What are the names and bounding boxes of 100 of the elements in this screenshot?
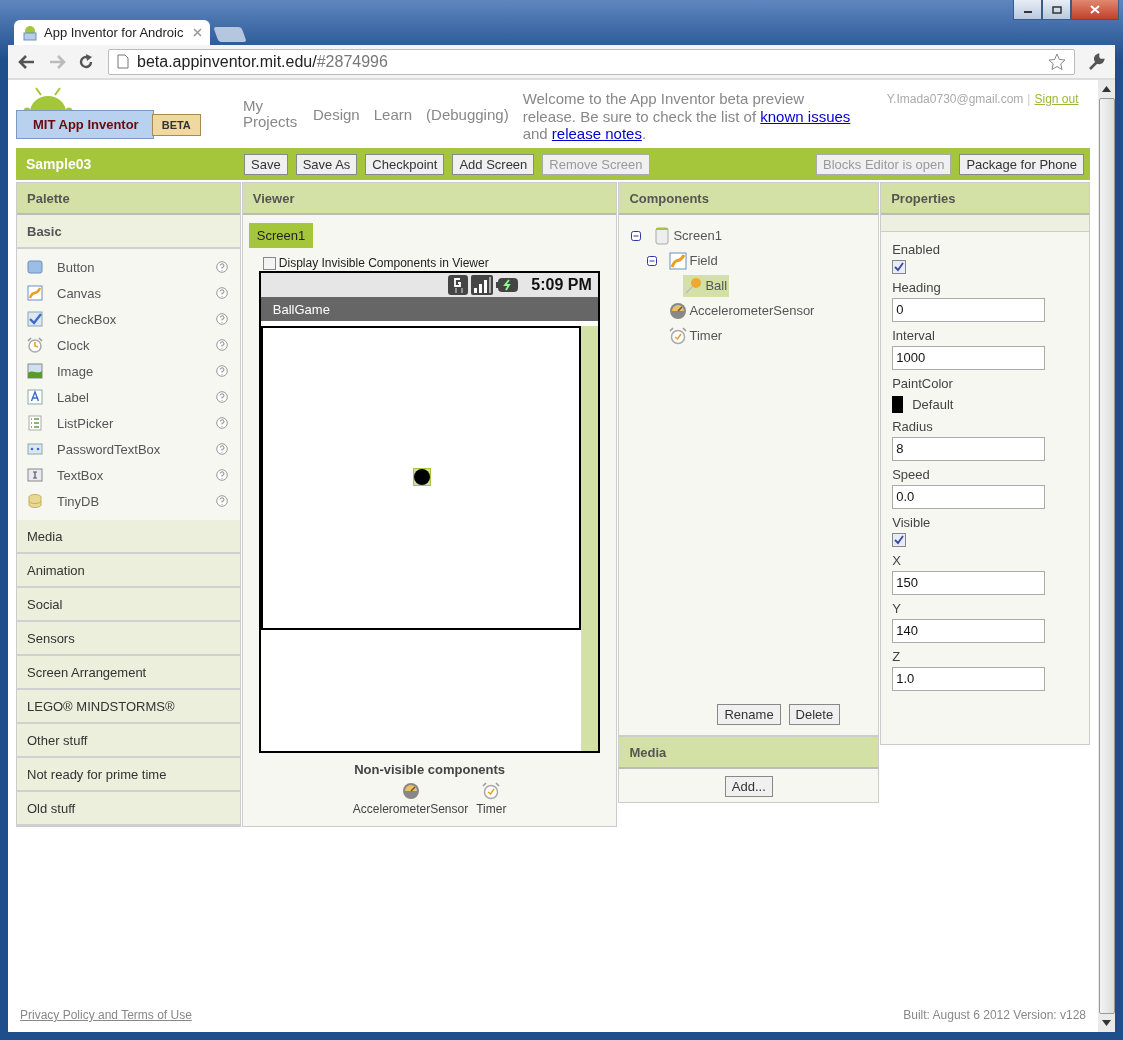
button-icon bbox=[27, 259, 43, 275]
palette-section[interactable]: Other stuff bbox=[17, 724, 240, 758]
palette-item[interactable]: Image bbox=[57, 363, 216, 379]
palette-section[interactable]: Sensors bbox=[17, 622, 240, 656]
palette-item[interactable]: Label bbox=[57, 389, 216, 405]
palette-section[interactable]: Basic bbox=[17, 215, 240, 249]
screen-tab[interactable]: Screen1 bbox=[248, 223, 314, 248]
maximize-button[interactable] bbox=[1042, 0, 1071, 20]
property-field[interactable]: 140 bbox=[892, 619, 1046, 643]
help-icon[interactable] bbox=[215, 313, 228, 325]
palette-item[interactable]: TextBox bbox=[57, 467, 216, 483]
new-tab-button[interactable] bbox=[213, 27, 247, 42]
property-label: PaintColor bbox=[892, 376, 953, 391]
toolbar-button[interactable]: Save As bbox=[295, 153, 358, 175]
tree-item[interactable]: AccelerometerSensor bbox=[667, 299, 817, 322]
browser-tab[interactable]: App Inventor for Androic bbox=[14, 20, 210, 45]
welcome-link[interactable]: release notes bbox=[551, 125, 642, 142]
canvas-area[interactable] bbox=[260, 326, 581, 630]
label-icon bbox=[27, 389, 43, 405]
property-field[interactable]: 150 bbox=[892, 571, 1046, 595]
palette-item[interactable]: PasswordTextBox bbox=[57, 441, 216, 457]
help-icon[interactable] bbox=[215, 365, 228, 377]
help-icon[interactable] bbox=[215, 287, 228, 299]
palette-item[interactable]: CheckBox bbox=[57, 311, 216, 327]
nav-link[interactable]: My Projects bbox=[243, 98, 299, 130]
palette-section[interactable]: Screen Arrangement bbox=[17, 656, 240, 690]
scroll-up-icon[interactable] bbox=[1102, 86, 1111, 92]
privacy-link[interactable]: Privacy Policy and Terms of Use bbox=[20, 1008, 192, 1022]
palette-section[interactable]: Media bbox=[17, 520, 240, 554]
help-icon[interactable] bbox=[215, 261, 228, 273]
toolbar-button[interactable]: Save bbox=[244, 153, 288, 175]
address-bar[interactable]: beta.appinventor.mit.edu/#2874996 bbox=[108, 48, 1075, 75]
add-media-button[interactable]: Add... bbox=[724, 776, 773, 797]
palette-section[interactable]: LEGO® MINDSTORMS® bbox=[17, 690, 240, 724]
nav-link[interactable]: Learn bbox=[373, 105, 413, 123]
property-field[interactable]: 1000 bbox=[892, 346, 1046, 370]
toolbar-button[interactable]: Add Screen bbox=[452, 153, 535, 175]
color-name[interactable]: Default bbox=[912, 397, 954, 412]
palette-item[interactable]: TinyDB bbox=[57, 493, 216, 509]
help-icon[interactable] bbox=[215, 339, 228, 351]
wrench-icon[interactable] bbox=[1087, 52, 1105, 71]
collapse-icon[interactable] bbox=[631, 230, 642, 241]
minimize-button[interactable] bbox=[1013, 0, 1042, 20]
panel-header: Properties bbox=[881, 183, 1089, 215]
property-field[interactable]: 8 bbox=[892, 437, 1046, 461]
app-title-bar: BallGame bbox=[260, 297, 598, 321]
nav-link[interactable]: (Debugging) bbox=[426, 105, 509, 123]
color-swatch[interactable] bbox=[892, 396, 904, 413]
palette-section[interactable]: Not ready for prime time bbox=[17, 758, 240, 792]
panel-header: Palette bbox=[17, 183, 240, 215]
welcome-message: Welcome to the App Inventor beta preview release. Be sure to check the list of known issues and release notes. bbox=[522, 90, 852, 143]
property-checkbox[interactable] bbox=[892, 533, 907, 547]
phone-icon bbox=[653, 226, 672, 245]
palette-section[interactable]: Animation bbox=[17, 554, 240, 588]
tree-item[interactable]: Timer bbox=[667, 324, 725, 347]
back-icon[interactable] bbox=[18, 53, 36, 70]
palette-item[interactable]: Button bbox=[57, 259, 216, 275]
signal-icon bbox=[471, 275, 494, 295]
nav-link[interactable]: Design bbox=[313, 105, 360, 123]
property-checkbox[interactable] bbox=[892, 260, 907, 274]
reload-icon[interactable] bbox=[78, 53, 94, 70]
help-icon[interactable] bbox=[215, 417, 228, 429]
logo-title: MIT App Inventor bbox=[16, 110, 154, 139]
palette-item[interactable]: ListPicker bbox=[57, 415, 216, 431]
property-field[interactable]: 0 bbox=[892, 298, 1046, 322]
status-time: 5:09 PM bbox=[531, 276, 592, 294]
property-label: Z bbox=[892, 649, 901, 664]
welcome-link[interactable]: known issues bbox=[760, 107, 851, 125]
component-button[interactable]: Delete bbox=[788, 704, 841, 725]
close-icon[interactable] bbox=[193, 28, 202, 37]
help-icon[interactable] bbox=[215, 443, 228, 455]
page-icon bbox=[117, 54, 129, 69]
collapse-icon[interactable] bbox=[647, 255, 658, 266]
maximize-icon bbox=[1051, 5, 1062, 14]
component-button[interactable]: Rename bbox=[717, 704, 781, 725]
help-icon[interactable] bbox=[215, 495, 228, 507]
palette-section[interactable]: Old stuff bbox=[17, 792, 240, 826]
checkbox[interactable] bbox=[262, 256, 276, 270]
close-button[interactable] bbox=[1071, 0, 1119, 20]
toolbar-button[interactable]: Package for Phone bbox=[959, 153, 1084, 175]
tree-item[interactable]: Field bbox=[667, 249, 720, 272]
tree-item[interactable]: Screen1 bbox=[651, 224, 724, 247]
panel-header: Media bbox=[619, 737, 879, 769]
scroll-down-icon[interactable] bbox=[1102, 1020, 1111, 1026]
property-field[interactable]: 0.0 bbox=[892, 485, 1046, 509]
toolbar-button[interactable]: Checkpoint bbox=[365, 153, 445, 175]
palette-section[interactable]: Social bbox=[17, 588, 240, 622]
checkbox-icon bbox=[27, 311, 43, 327]
palette-item[interactable]: Clock bbox=[57, 337, 216, 353]
property-label: Interval bbox=[892, 328, 935, 343]
help-icon[interactable] bbox=[215, 469, 228, 481]
help-icon[interactable] bbox=[215, 391, 228, 403]
tab-title: App Inventor for Androic bbox=[44, 25, 185, 40]
star-icon[interactable] bbox=[1048, 52, 1066, 71]
app-logo[interactable]: MIT App Inventor BETA bbox=[16, 86, 207, 146]
ball-sprite[interactable] bbox=[412, 468, 431, 486]
property-field[interactable]: 1.0 bbox=[892, 667, 1046, 691]
component-label: Timer bbox=[476, 802, 507, 816]
tree-item[interactable]: Ball bbox=[683, 274, 730, 297]
palette-item[interactable]: Canvas bbox=[57, 285, 216, 301]
